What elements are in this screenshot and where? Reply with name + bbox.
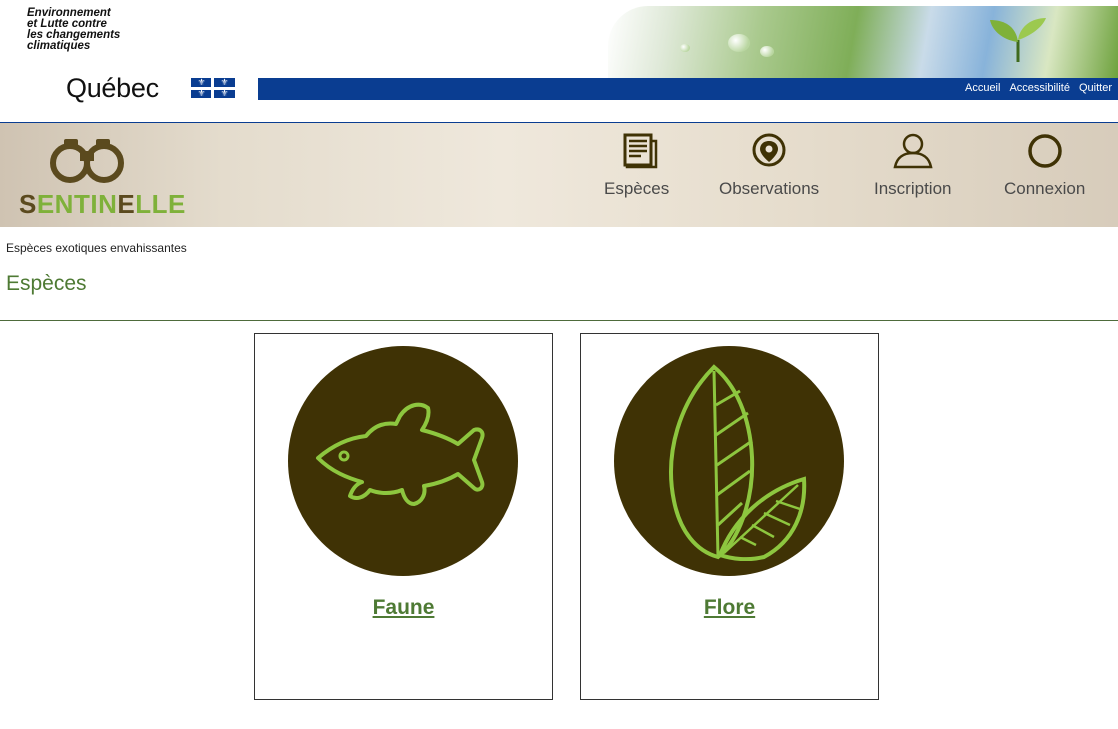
nav-observations[interactable]: Observations bbox=[719, 133, 819, 199]
government-header: Environnement et Lutte contre les change… bbox=[0, 0, 1118, 123]
sentinelle-logo[interactable]: SENTINELLE bbox=[19, 189, 186, 220]
breadcrumb: Espèces exotiques envahissantes bbox=[6, 241, 187, 255]
sprout-icon bbox=[990, 18, 1046, 62]
fish-icon bbox=[316, 402, 485, 506]
nav-label: Espèces bbox=[604, 179, 670, 198]
divider bbox=[0, 320, 1118, 321]
user-icon bbox=[893, 133, 933, 169]
location-pin-icon bbox=[752, 133, 786, 167]
ministry-name: Environnement et Lutte contre les change… bbox=[27, 7, 120, 52]
app-header: SENTINELLE Espèces Observations Inscript… bbox=[0, 123, 1118, 227]
nav-label: Inscription bbox=[874, 179, 952, 198]
card-flore[interactable]: Flore bbox=[580, 333, 879, 700]
leaf-icon bbox=[669, 364, 807, 561]
book-icon bbox=[623, 133, 657, 169]
card-image bbox=[614, 346, 844, 576]
nav-label: Observations bbox=[719, 179, 820, 198]
faune-link[interactable]: Faune bbox=[255, 596, 552, 620]
card-faune[interactable]: Faune bbox=[254, 333, 553, 700]
card-image bbox=[288, 346, 518, 576]
logo-letters: LLE bbox=[135, 189, 186, 219]
nav-especes[interactable]: Espèces bbox=[604, 133, 669, 199]
quebec-wordmark: Québec bbox=[66, 73, 159, 103]
quit-link[interactable]: Quitter bbox=[1079, 82, 1112, 94]
nav-inscription[interactable]: Inscription bbox=[874, 133, 951, 199]
logo-letters: ENTIN bbox=[36, 189, 118, 219]
nav-connexion[interactable]: Connexion bbox=[1004, 133, 1085, 199]
circle-icon bbox=[1027, 134, 1062, 168]
logo-letter: E bbox=[117, 189, 136, 219]
home-link[interactable]: Accueil bbox=[965, 82, 1000, 94]
government-links: Accueil Accessibilité Quitter bbox=[965, 82, 1112, 94]
flag-cross bbox=[191, 87, 235, 90]
accessibility-link[interactable]: Accessibilité bbox=[1009, 82, 1070, 94]
ministry-line: climatiques bbox=[27, 40, 91, 52]
nav-label: Connexion bbox=[1004, 179, 1086, 198]
binoculars-icon[interactable] bbox=[50, 137, 124, 183]
logo-letter: S bbox=[19, 189, 37, 219]
page-title: Espèces bbox=[6, 272, 87, 295]
flore-link[interactable]: Flore bbox=[581, 596, 878, 620]
